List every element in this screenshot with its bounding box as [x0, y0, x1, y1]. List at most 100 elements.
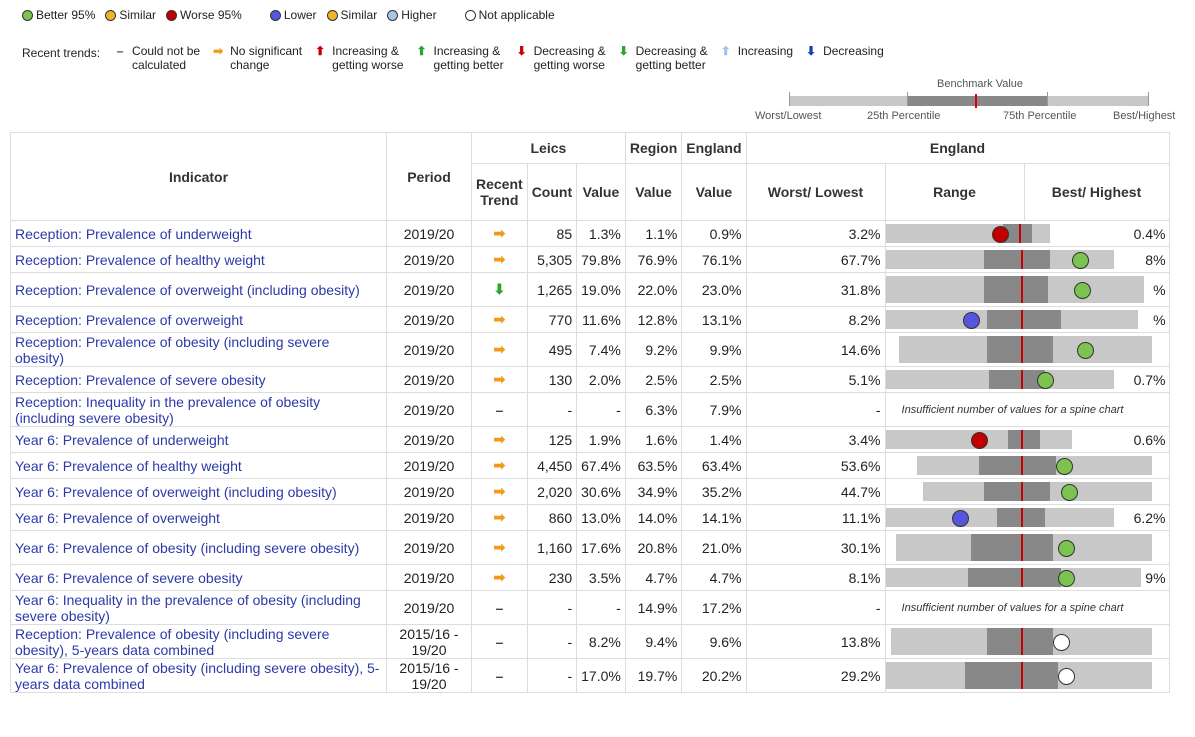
count-cell: -	[526, 624, 578, 659]
indicator-link[interactable]: Reception: Prevalence of underweight	[10, 220, 387, 247]
region-value-cell: 20.8%	[624, 530, 683, 565]
best-value: %	[1153, 281, 1166, 298]
england-value-cell: 20.2%	[681, 658, 747, 693]
period-cell: 2019/20	[386, 564, 472, 591]
table-row: Reception: Prevalence of overweight 2019/…	[10, 306, 1170, 333]
period-cell: 2019/20	[386, 306, 472, 333]
col-count: Count	[526, 163, 578, 221]
period-cell: 2015/16 - 19/20	[386, 658, 472, 693]
value-cell: 7.4%	[576, 332, 626, 367]
worst-cell: 31.8%	[745, 272, 886, 307]
legend-dot-icon	[387, 9, 399, 21]
region-value-cell: 22.0%	[624, 272, 683, 307]
trend-legend-line: Increasing	[737, 44, 794, 58]
indicator-link[interactable]: Reception: Prevalence of severe obesity	[10, 366, 387, 393]
region-value-cell: 19.7%	[624, 658, 683, 693]
region-value-cell: 14.9%	[624, 590, 683, 625]
spine-interquartile	[986, 336, 1054, 363]
value-cell: 79.8%	[576, 246, 626, 273]
indicator-table: Indicator Period Leics Region England En…	[10, 132, 1170, 693]
spine-chart: Insufficient number of values for a spin…	[884, 392, 1170, 427]
legend-dot-icon	[166, 9, 178, 21]
indicator-link[interactable]: Year 6: Prevalence of severe obesity	[10, 564, 387, 591]
table-row: Year 6: Prevalence of overweight (includ…	[10, 478, 1170, 505]
table-row: Reception: Prevalence of underweight 2019…	[10, 220, 1170, 247]
value-cell: 1.3%	[576, 220, 626, 247]
spine-value-dot	[1053, 633, 1071, 651]
trend-arrow-icon: ➡	[471, 478, 528, 505]
spine-interquartile	[965, 662, 1059, 689]
england-value-cell: 17.2%	[681, 590, 747, 625]
legend-dot-icon	[326, 9, 338, 21]
legend-dot-icon	[105, 9, 117, 21]
trend-arrow-icon: ➡	[471, 246, 528, 273]
trends-label: Recent trends:	[22, 46, 101, 60]
spine-value-dot	[1055, 457, 1073, 475]
england-value-cell: 14.1%	[681, 504, 747, 531]
indicator-link[interactable]: Year 6: Prevalence of obesity (including…	[10, 658, 387, 693]
indicator-link[interactable]: Reception: Prevalence of obesity (includ…	[10, 624, 387, 659]
legend-label: Lower	[283, 8, 317, 22]
trend-legend: Recent trends: – Could not be calculated ➡ N…	[22, 44, 894, 72]
trend-arrow-icon: ➡	[471, 332, 528, 367]
indicator-link[interactable]: Year 6: Prevalence of overweight	[10, 504, 387, 531]
indicator-link[interactable]: Year 6: Prevalence of obesity (including…	[10, 530, 387, 565]
spine-chart: 9%	[884, 564, 1170, 591]
col-indicator: Indicator	[10, 132, 387, 221]
value-cell: 17.0%	[576, 658, 626, 693]
spine-value-dot	[1037, 371, 1055, 389]
value-cell: -	[576, 392, 626, 427]
indicator-link[interactable]: Year 6: Prevalence of overweight (includ…	[10, 478, 387, 505]
england-value-cell: 7.9%	[681, 392, 747, 427]
indicator-link[interactable]: Reception: Prevalence of healthy weight	[10, 246, 387, 273]
region-value-cell: 1.1%	[624, 220, 683, 247]
indicator-link[interactable]: Year 6: Prevalence of underweight	[10, 426, 387, 453]
england-value-cell: 13.1%	[681, 306, 747, 333]
period-cell: 2019/20	[386, 530, 472, 565]
best-value: 6.2%	[1133, 509, 1166, 526]
legend-item: Similar	[326, 8, 377, 22]
spine-value-dot	[1077, 341, 1095, 359]
legend-label: Better 95%	[36, 8, 96, 22]
table-row: Reception: Prevalence of obesity (includ…	[10, 624, 1170, 659]
spine-message: Insufficient number of values for a spin…	[901, 403, 1124, 416]
trend-legend-line: change	[230, 58, 270, 72]
best-value: 8%	[1145, 251, 1166, 268]
worst-cell: 30.1%	[745, 530, 886, 565]
indicator-link[interactable]: Reception: Inequality in the prevalence …	[10, 392, 387, 427]
spine-chart: 0.6%	[884, 426, 1170, 453]
table-row: Reception: Prevalence of healthy weight 2…	[10, 246, 1170, 273]
england-value-cell: 9.9%	[681, 332, 747, 367]
trend-legend-item: ⬆ Increasing & getting worse	[312, 44, 403, 72]
trend-legend-item: – Could not be calculated	[112, 44, 200, 72]
value-cell: 3.5%	[576, 564, 626, 591]
indicator-link[interactable]: Reception: Prevalence of overweight (inc…	[10, 272, 387, 307]
spine-benchmark-marker	[1021, 508, 1024, 527]
value-cell: 8.2%	[576, 624, 626, 659]
indicator-link[interactable]: Reception: Prevalence of overweight	[10, 306, 387, 333]
worst-cell: 5.1%	[745, 366, 886, 393]
spine-interquartile	[967, 568, 1062, 587]
indicator-link[interactable]: Year 6: Prevalence of healthy weight	[10, 452, 387, 479]
indicator-link[interactable]: Reception: Prevalence of obesity (includ…	[10, 332, 387, 367]
period-cell: 2019/20	[386, 452, 472, 479]
england-value-cell: 9.6%	[681, 624, 747, 659]
indicator-link[interactable]: Year 6: Inequality in the prevalence of …	[10, 590, 387, 625]
trend-legend-line: getting better	[635, 58, 706, 72]
spine-chart: 0.7%	[884, 366, 1170, 393]
spine-value-dot	[1058, 539, 1076, 557]
trend-legend-line: getting worse	[332, 58, 404, 72]
value-cell: -	[576, 590, 626, 625]
spine-benchmark-marker	[1021, 310, 1024, 329]
spine-value-dot	[1074, 281, 1092, 299]
benchmark-marker	[975, 94, 977, 108]
trend-legend-line: Decreasing &	[635, 44, 708, 58]
period-cell: 2019/20	[386, 426, 472, 453]
trend-arrow-icon: ➡	[213, 44, 224, 58]
col-range: Range	[884, 163, 1025, 221]
benchmark-interquartile	[907, 96, 1047, 106]
legend-item: Worse 95%	[166, 8, 242, 22]
spine-benchmark-marker	[1021, 250, 1024, 269]
trend-arrow-icon: ⬇	[471, 272, 528, 307]
region-value-cell: 1.6%	[624, 426, 683, 453]
